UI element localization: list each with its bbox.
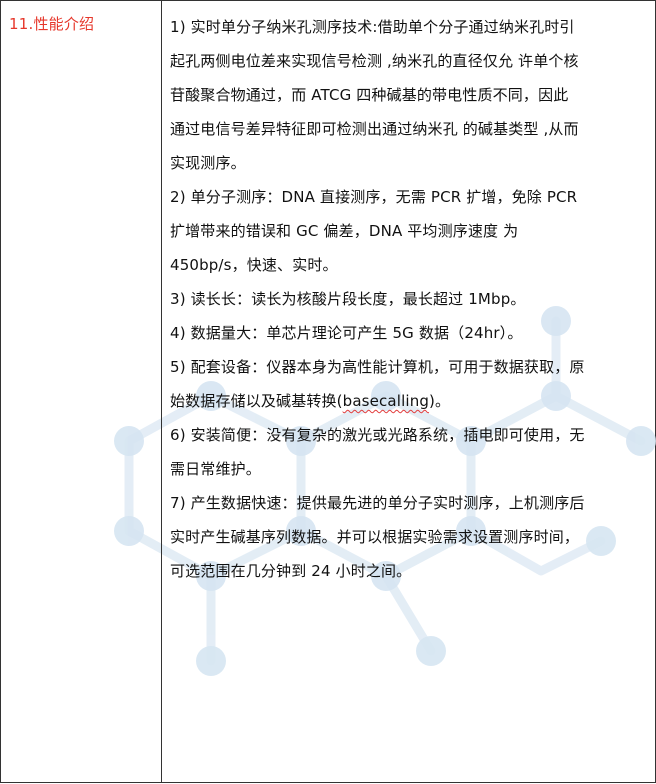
text-line: 5) 配套设备：仪器本身为高性能计算机，可用于数据获取，原	[170, 358, 585, 376]
spellcheck-flagged-word[interactable]: basecalling	[343, 392, 429, 410]
paragraph-nanopore-technology: 1) 实时单分子纳米孔测序技术:借助单个分子通过纳米孔时引 起孔两侧电位差来实现…	[170, 10, 649, 180]
section-content-cell: 1) 实时单分子纳米孔测序技术:借助单个分子通过纳米孔时引 起孔两侧电位差来实现…	[162, 1, 655, 782]
text-segment: )。	[429, 392, 451, 410]
text-line: 实现测序。	[170, 154, 246, 172]
text-line: 起孔两侧电位差来实现信号检测 ,纳米孔的直径仅允 许单个核	[170, 52, 579, 70]
text-line: 始数据存储以及碱基转换(basecalling)。	[170, 384, 649, 418]
text-line: 2) 单分子测序：DNA 直接测序，无需 PCR 扩增，免除 PCR	[170, 188, 578, 206]
paragraph-single-molecule: 2) 单分子测序：DNA 直接测序，无需 PCR 扩增，免除 PCR 扩增带来的…	[170, 180, 649, 282]
text-line: 6) 安装简便：没有复杂的激光或光路系统，插电即可使用，无	[170, 426, 585, 444]
paragraph-read-length: 3) 读长长：读长为核酸片段长度，最长超过 1Mbp。	[170, 282, 649, 316]
paragraph-equipment: 5) 配套设备：仪器本身为高性能计算机，可用于数据获取，原 始数据存储以及碱基转…	[170, 350, 649, 418]
paragraph-data-volume: 4) 数据量大：单芯片理论可产生 5G 数据（24hr）。	[170, 316, 649, 350]
section-label: 11.性能介绍	[9, 15, 95, 33]
paragraph-installation: 6) 安装简便：没有复杂的激光或光路系统，插电即可使用，无 需日常维护。	[170, 418, 649, 486]
text-line: 需日常维护。	[170, 460, 261, 478]
text-line: 苷酸聚合物通过，而 ATCG 四种碱基的带电性质不同，因此	[170, 86, 569, 104]
text-line: 通过电信号差异特征即可检测出通过纳米孔 的碱基类型 ,从而	[170, 120, 579, 138]
text-line: 1) 实时单分子纳米孔测序技术:借助单个分子通过纳米孔时引	[170, 18, 575, 36]
text-segment: 始数据存储以及碱基转换(	[170, 392, 343, 410]
section-label-cell: 11.性能介绍	[1, 1, 162, 782]
text-line: 3) 读长长：读长为核酸片段长度，最长超过 1Mbp。	[170, 290, 526, 308]
text-line: 7) 产生数据快速：提供最先进的单分子实时测序，上机测序后	[170, 494, 585, 512]
paragraph-fast-output: 7) 产生数据快速：提供最先进的单分子实时测序，上机测序后 实时产生碱基序列数据…	[170, 486, 649, 588]
text-line: 4) 数据量大：单芯片理论可产生 5G 数据（24hr）。	[170, 324, 523, 342]
text-line: 实时产生碱基序列数据。并可以根据实验需求设置测序时间，	[170, 528, 580, 546]
text-line: 450bp/s，快速、实时。	[170, 256, 338, 274]
text-line: 可选范围在几分钟到 24 小时之间。	[170, 562, 412, 580]
text-line: 扩增带来的错误和 GC 偏差，DNA 平均测序速度 为	[170, 222, 519, 240]
spec-table: 11.性能介绍 1) 实时单分子纳米孔测序技术:借助单个分子通过纳米孔时引 起孔…	[0, 0, 656, 783]
